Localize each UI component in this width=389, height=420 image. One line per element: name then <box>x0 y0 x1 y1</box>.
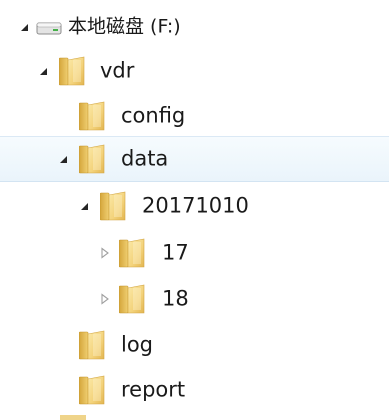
tree-item-label: 20171010 <box>142 193 249 218</box>
tree-item-data[interactable]: data <box>0 136 389 182</box>
folder-icon <box>79 144 105 174</box>
tree-item-config[interactable]: config <box>0 93 389 139</box>
folder-icon <box>119 238 145 268</box>
folder-icon <box>60 415 86 420</box>
collapsed-arrow-icon[interactable] <box>99 293 111 305</box>
folder-icon <box>79 101 105 131</box>
tree-item-18[interactable]: 18 <box>0 276 389 322</box>
tree-item-label: 17 <box>162 240 189 265</box>
folder-icon <box>79 330 105 360</box>
expanded-arrow-icon[interactable] <box>37 65 49 77</box>
tree-item-drive-f[interactable]: 本地磁盘 (F:) <box>0 4 389 50</box>
tree-item-vdr[interactable]: vdr <box>0 48 389 94</box>
tree-item-label: vdr <box>100 58 135 83</box>
expanded-arrow-icon[interactable] <box>78 200 90 212</box>
collapsed-arrow-icon[interactable] <box>99 247 111 259</box>
tree-item-label: config <box>121 103 186 128</box>
tree-item-log[interactable]: log <box>0 322 389 368</box>
tree-item-label: report <box>121 377 186 402</box>
folder-icon <box>100 191 126 221</box>
folder-tree: 本地磁盘 (F:) vdr config data 20171010 17 18… <box>0 0 389 420</box>
folder-icon <box>59 56 85 86</box>
expanded-arrow-icon[interactable] <box>18 21 30 33</box>
tree-item-label: log <box>121 332 154 357</box>
tree-item-17[interactable]: 17 <box>0 230 389 276</box>
drive-icon <box>36 22 62 35</box>
expanded-arrow-icon[interactable] <box>57 153 69 165</box>
folder-icon <box>79 375 105 405</box>
tree-item-label: data <box>121 146 169 171</box>
tree-item-report[interactable]: report <box>0 367 389 413</box>
tree-item-label: 本地磁盘 (F:) <box>68 15 181 38</box>
folder-icon <box>119 284 145 314</box>
tree-item-20171010[interactable]: 20171010 <box>0 183 389 229</box>
tree-item-partial <box>0 414 389 420</box>
tree-item-label: 18 <box>162 286 189 311</box>
